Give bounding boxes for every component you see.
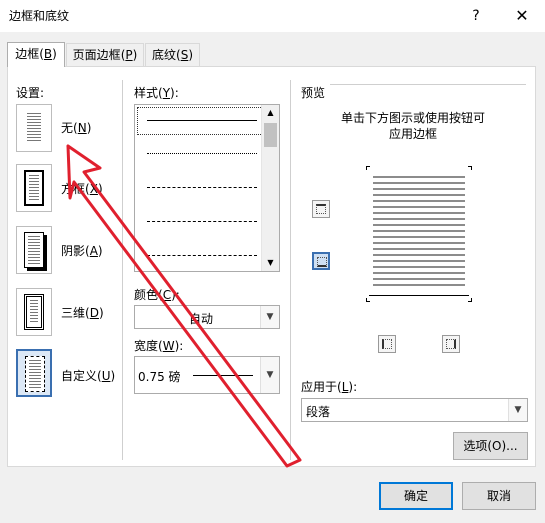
annotation-arrows bbox=[66, 144, 302, 468]
tab-borders-key: B bbox=[43, 47, 53, 61]
arrow-annotation-icon bbox=[66, 144, 302, 468]
tab-borders[interactable]: 边框(B) bbox=[7, 42, 65, 67]
tab-borders-label: 边框 bbox=[15, 47, 40, 61]
